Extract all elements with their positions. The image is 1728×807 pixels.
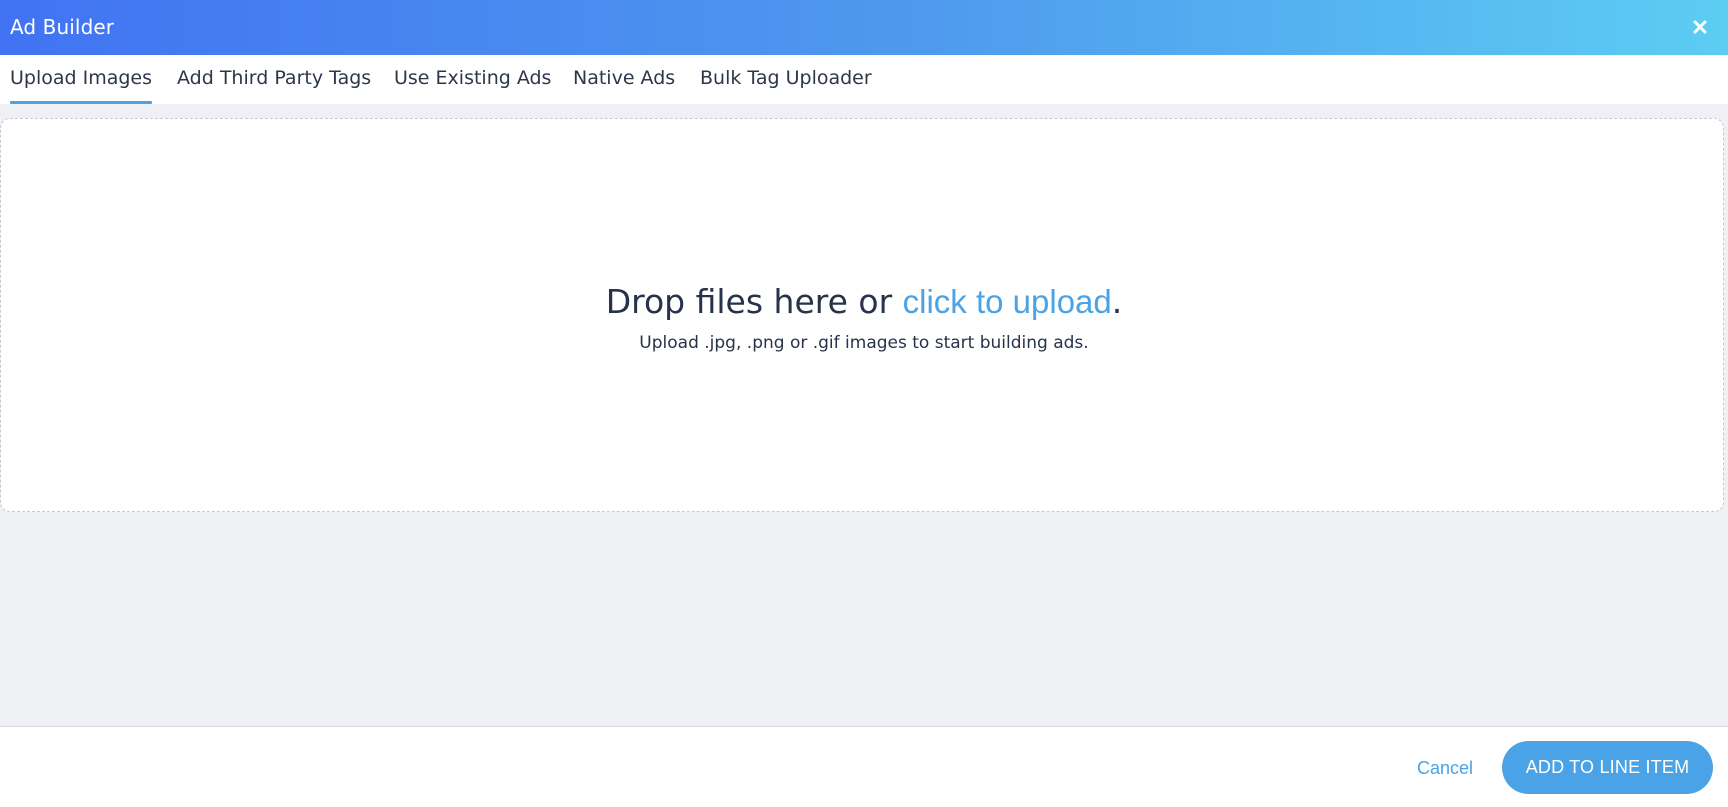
- dialog-title: Ad Builder: [10, 15, 115, 39]
- click-to-upload-link[interactable]: click to upload: [903, 283, 1112, 320]
- tab-upload-images[interactable]: Upload Images: [10, 66, 153, 104]
- close-icon[interactable]: [1686, 13, 1714, 41]
- drop-headline: Drop files here or click to upload.: [0, 282, 1728, 322]
- cancel-button[interactable]: Cancel: [1417, 757, 1473, 779]
- tab-bar: Upload Images Add Third Party Tags Use E…: [0, 55, 1728, 104]
- tab-add-third-party-tags[interactable]: Add Third Party Tags: [177, 66, 371, 104]
- dialog-header: Ad Builder: [0, 0, 1728, 55]
- dialog-footer: Cancel ADD TO LINE ITEM: [0, 726, 1728, 807]
- ad-builder-dialog: Ad Builder Upload Images Add Third Party…: [0, 0, 1728, 807]
- drop-headline-period: .: [1111, 282, 1123, 321]
- tab-use-existing-ads[interactable]: Use Existing Ads: [394, 66, 551, 104]
- add-to-line-item-button[interactable]: ADD TO LINE ITEM: [1502, 741, 1713, 794]
- tab-bulk-tag-uploader[interactable]: Bulk Tag Uploader: [700, 66, 872, 104]
- drop-subtext: Upload .jpg, .png or .gif images to star…: [639, 333, 1089, 353]
- tab-native-ads[interactable]: Native Ads: [573, 66, 675, 104]
- drop-headline-text: Drop files here or: [605, 282, 903, 321]
